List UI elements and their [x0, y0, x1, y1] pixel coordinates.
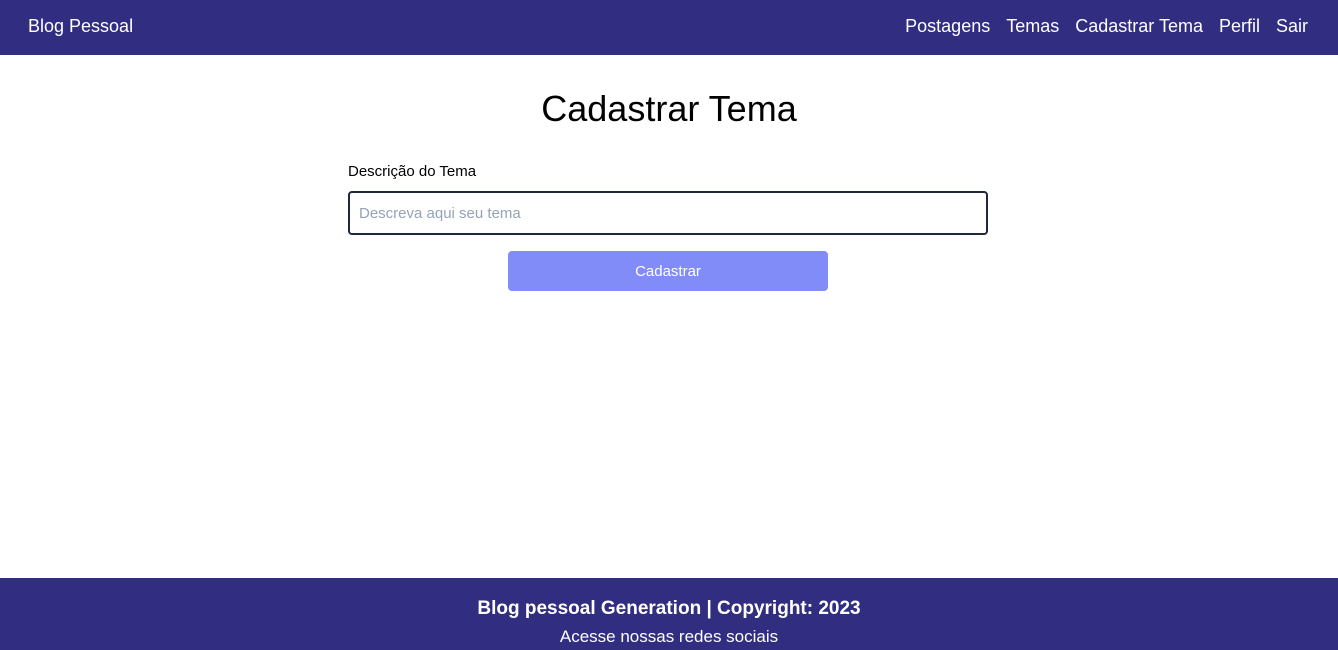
footer-copyright: Blog pessoal Generation | Copyright: 202…: [477, 598, 861, 619]
nav-link-temas[interactable]: Temas: [1006, 15, 1059, 37]
nav-link-cadastrar-tema[interactable]: Cadastrar Tema: [1075, 15, 1203, 37]
nav-link-sair[interactable]: Sair: [1276, 15, 1308, 37]
cadastrar-button[interactable]: Cadastrar: [508, 251, 828, 291]
nav-links: Postagens Temas Cadastrar Tema Perfil Sa…: [905, 15, 1308, 37]
page-title: Cadastrar Tema: [541, 88, 797, 129]
footer-social-text: Acesse nossas redes sociais: [559, 627, 779, 646]
brand-link[interactable]: Blog Pessoal: [28, 15, 133, 37]
description-label: Descrição do Tema: [348, 163, 477, 180]
navbar: Blog Pessoal Postagens Temas Cadastrar T…: [0, 0, 1338, 55]
description-input[interactable]: [348, 191, 988, 235]
footer: Blog pessoal Generation | Copyright: 202…: [0, 578, 1338, 650]
nav-link-perfil[interactable]: Perfil: [1219, 15, 1260, 37]
nav-link-postagens[interactable]: Postagens: [905, 15, 990, 37]
